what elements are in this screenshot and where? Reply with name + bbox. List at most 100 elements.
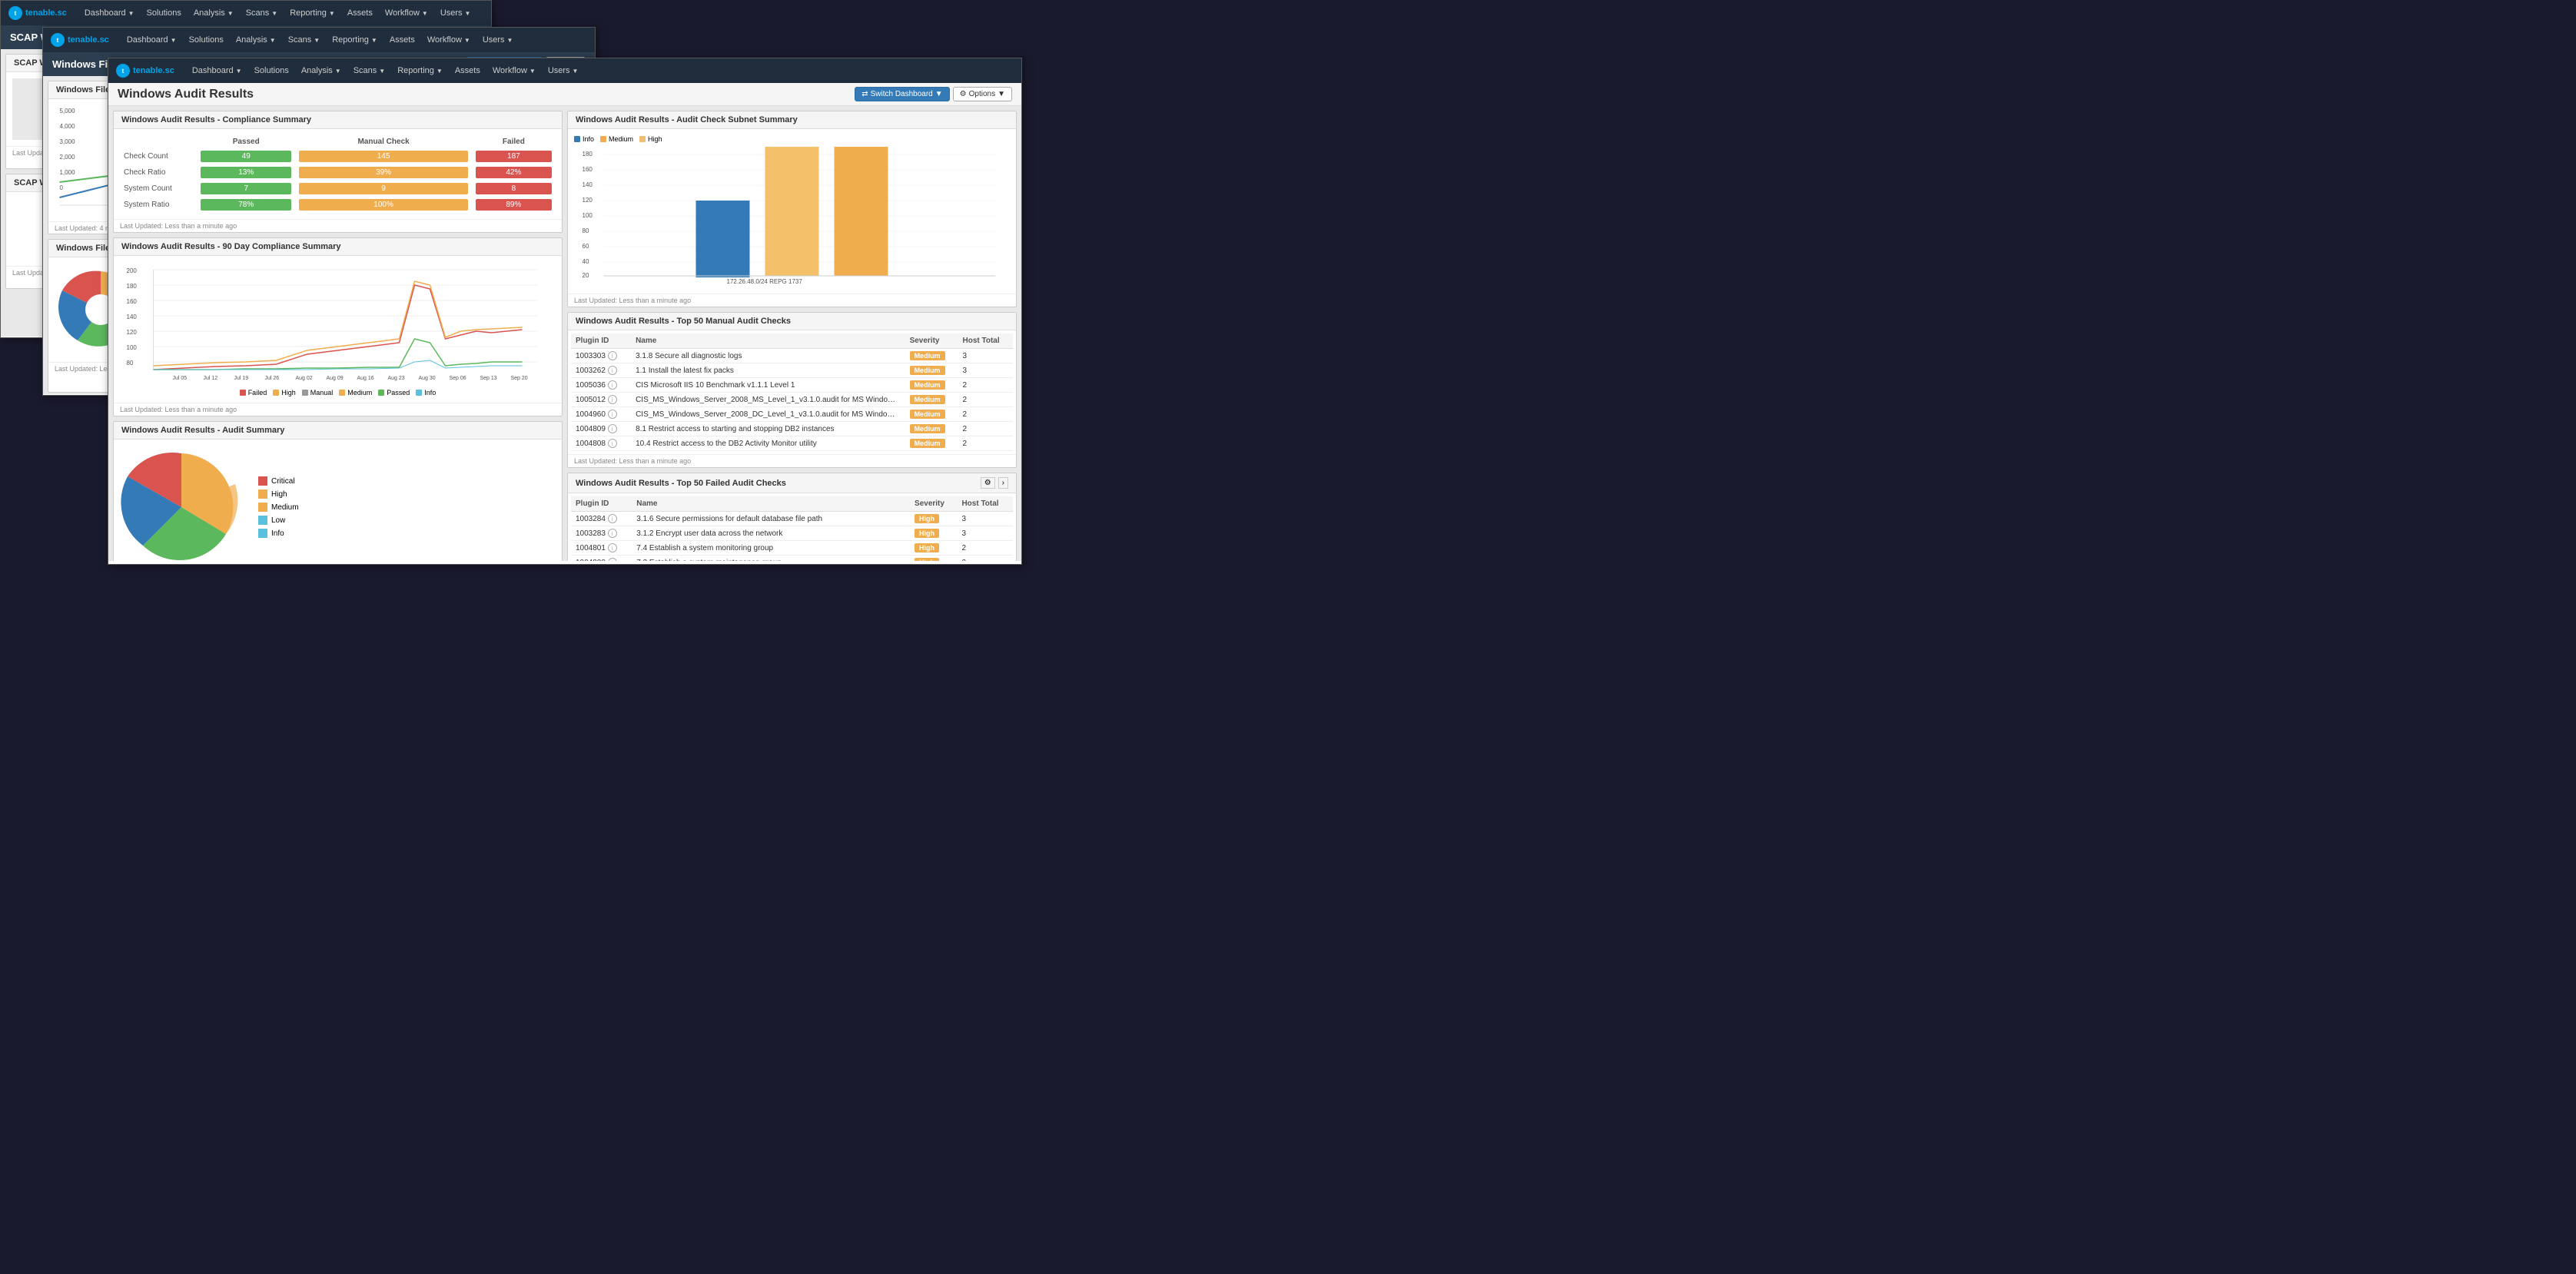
- nav-dashboard-3[interactable]: Dashboard ▼: [186, 58, 248, 83]
- subnet-summary-footer: Last Updated: Less than a minute ago: [568, 294, 1016, 307]
- nav-dashboard-1[interactable]: Dashboard ▼: [78, 1, 141, 25]
- name-cell: CIS_MS_Windows_Server_2008_MS_Level_1_v3…: [631, 393, 905, 407]
- arrow-btn-failed[interactable]: ›: [998, 477, 1008, 489]
- table-row: 1004808 i 10.4 Restrict access to the DB…: [571, 436, 1013, 451]
- nav-reporting-2[interactable]: Reporting ▼: [326, 28, 383, 52]
- nav-scans-2[interactable]: Scans ▼: [282, 28, 327, 52]
- nav-solutions-2[interactable]: Solutions: [183, 28, 230, 52]
- nav-users-2[interactable]: Users ▼: [476, 28, 520, 52]
- caret-w3: ▼: [529, 68, 536, 75]
- legend-medium-subnet: [600, 136, 606, 142]
- info-icon-f[interactable]: i: [608, 558, 617, 561]
- bar-failed-sysrat: 89%: [476, 199, 552, 211]
- name-cell: 10.4 Restrict access to the DB2 Activity…: [631, 436, 905, 451]
- caret-d2: ▼: [171, 37, 177, 44]
- legend-manual: [302, 390, 308, 396]
- severity-cell: Medium: [905, 407, 958, 422]
- title-buttons-3: ⇄ Switch Dashboard ▼ ⚙ Options ▼: [855, 87, 1012, 101]
- cell-manual-sys: 9: [295, 181, 471, 197]
- table-row: 1003262 i 1.1 Install the latest fix pac…: [571, 363, 1013, 378]
- info-icon-f[interactable]: i: [608, 514, 617, 523]
- label-check-count: Check Count: [120, 148, 197, 164]
- bar-manual-sys: 9: [299, 183, 467, 194]
- legend-medium: [339, 390, 345, 396]
- info-icon[interactable]: i: [608, 395, 617, 404]
- nav-solutions-3[interactable]: Solutions: [248, 58, 295, 83]
- plugin-id-cell: 1003303 i: [571, 349, 631, 363]
- table-row: 1003303 i 3.1.8 Secure all diagnostic lo…: [571, 349, 1013, 363]
- nav-scans-3[interactable]: Scans ▼: [347, 58, 392, 83]
- label-system-ratio: System Ratio: [120, 197, 197, 213]
- nav-assets-2[interactable]: Assets: [383, 28, 421, 52]
- nav-assets-1[interactable]: Assets: [341, 1, 379, 25]
- legend-info-label: Info: [271, 529, 284, 538]
- nav-workflow-3[interactable]: Workflow ▼: [486, 58, 542, 83]
- nav-analysis-1[interactable]: Analysis ▼: [188, 1, 240, 25]
- audit-summary-title: Windows Audit Results - Audit Summary: [121, 426, 284, 435]
- options-btn-3[interactable]: ⚙ Options ▼: [953, 87, 1012, 101]
- severity-cell-f: High: [910, 541, 957, 556]
- plugin-id-cell: 1005036 i: [571, 378, 631, 393]
- svg-text:Jul 05: Jul 05: [173, 376, 188, 381]
- info-icon[interactable]: i: [608, 439, 617, 448]
- subnet-summary-title: Windows Audit Results - Audit Check Subn…: [576, 115, 798, 124]
- host-total-cell: 2: [958, 393, 1014, 407]
- compliance-summary-header: Windows Audit Results - Compliance Summa…: [114, 111, 562, 129]
- cell-failed-sys: 8: [472, 181, 556, 197]
- subnet-bar-svg: 180 160 140 120 100 80 60 40 20: [574, 147, 1010, 285]
- severity-badge: Medium: [910, 439, 945, 448]
- subnet-summary-header: Windows Audit Results - Audit Check Subn…: [568, 111, 1016, 129]
- nav-reporting-1[interactable]: Reporting ▼: [284, 1, 341, 25]
- legend-passed: [378, 390, 384, 396]
- nav-dashboard-2[interactable]: Dashboard ▼: [121, 28, 183, 52]
- label-check-ratio: Check Ratio: [120, 164, 197, 181]
- th-manual: Manual Check: [295, 135, 471, 148]
- name-cell: 8.1 Restrict access to starting and stop…: [631, 422, 905, 436]
- info-icon-f[interactable]: i: [608, 543, 617, 552]
- nav-users-1[interactable]: Users ▼: [434, 1, 477, 25]
- caret-r2: ▼: [371, 37, 377, 44]
- severity-cell: Medium: [905, 422, 958, 436]
- nav-workflow-2[interactable]: Workflow ▼: [421, 28, 476, 52]
- info-icon-f[interactable]: i: [608, 529, 617, 538]
- audit-summary-body: Critical High Medium: [114, 440, 562, 561]
- nav-analysis-2[interactable]: Analysis ▼: [230, 28, 282, 52]
- info-icon[interactable]: i: [608, 366, 617, 375]
- nav-solutions-1[interactable]: Solutions: [141, 1, 188, 25]
- info-icon[interactable]: i: [608, 424, 617, 433]
- svg-text:4,000: 4,000: [60, 123, 76, 130]
- nav-assets-3[interactable]: Assets: [449, 58, 486, 83]
- compliance-90day-footer: Last Updated: Less than a minute ago: [114, 403, 562, 416]
- subnet-legend: Info Medium High: [574, 135, 1010, 143]
- compliance-90day-widget: Windows Audit Results - 90 Day Complianc…: [113, 237, 563, 416]
- svg-text:Aug 02: Aug 02: [296, 376, 313, 381]
- nav-analysis-3[interactable]: Analysis ▼: [295, 58, 347, 83]
- brand-1: t tenable.sc: [8, 6, 67, 20]
- svg-text:60: 60: [583, 243, 589, 250]
- compliance-90day-title: Windows Audit Results - 90 Day Complianc…: [121, 242, 341, 251]
- brand-3: t tenable.sc: [116, 64, 174, 78]
- bar-passed-ratio: 13%: [201, 167, 291, 178]
- caret-1: ▼: [128, 10, 134, 17]
- switch-icon-3: ⇄: [861, 90, 868, 98]
- audit-pie-svg: [120, 446, 243, 561]
- nav-users-3[interactable]: Users ▼: [542, 58, 585, 83]
- window-main: t tenable.sc Dashboard ▼ Solutions Analy…: [108, 58, 1022, 565]
- switch-dashboard-btn-3[interactable]: ⇄ Switch Dashboard ▼: [855, 87, 949, 101]
- legend-critical-label: Critical: [271, 477, 295, 486]
- settings-btn-failed[interactable]: ⚙: [981, 477, 995, 489]
- table-row: Check Ratio 13% 39% 42%: [120, 164, 556, 181]
- th-severity: Severity: [905, 333, 958, 349]
- info-icon[interactable]: i: [608, 351, 617, 360]
- severity-cell: Medium: [905, 378, 958, 393]
- severity-badge: Medium: [910, 410, 945, 419]
- nav-scans-1[interactable]: Scans ▼: [240, 1, 284, 25]
- nav-reporting-3[interactable]: Reporting ▼: [391, 58, 449, 83]
- table-row: 1004960 i CIS_MS_Windows_Server_2008_DC_…: [571, 407, 1013, 422]
- info-icon[interactable]: i: [608, 380, 617, 390]
- bar-failed-sys: 8: [476, 183, 552, 194]
- info-icon[interactable]: i: [608, 410, 617, 419]
- plugin-id-cell-f: 1004800 i: [571, 556, 632, 562]
- nav-workflow-1[interactable]: Workflow ▼: [379, 1, 434, 25]
- brand-name-1: tenable.sc: [25, 8, 67, 18]
